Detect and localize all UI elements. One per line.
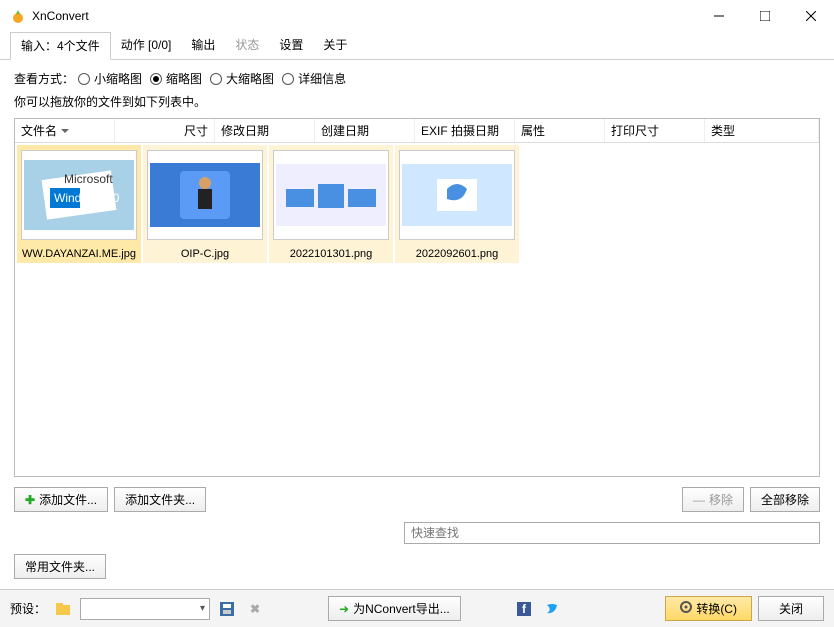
drop-hint: 你可以拖放你的文件到如下列表中。 bbox=[14, 93, 820, 110]
list-item[interactable]: 2022092601.png bbox=[395, 145, 519, 263]
view-thumb[interactable]: 缩略图 bbox=[150, 70, 202, 87]
thumbnail-caption: OIP-C.jpg bbox=[181, 248, 229, 260]
file-buttons-row: ✚添加文件... 添加文件夹... —移除 全部移除 bbox=[14, 487, 820, 512]
twitter-icon[interactable] bbox=[541, 598, 563, 620]
close-footer-button[interactable]: 关闭 bbox=[758, 596, 824, 621]
view-label: 查看方式： bbox=[14, 70, 74, 87]
convert-button[interactable]: 转换(C) bbox=[665, 596, 752, 621]
thumbnail-icon bbox=[273, 150, 389, 240]
facebook-icon[interactable]: f bbox=[513, 598, 535, 620]
add-files-button[interactable]: ✚添加文件... bbox=[14, 487, 108, 512]
col-exif[interactable]: EXIF 拍摄日期 bbox=[415, 119, 515, 142]
view-large-thumb[interactable]: 大缩略图 bbox=[210, 70, 274, 87]
open-folder-icon[interactable] bbox=[52, 598, 74, 620]
maximize-button[interactable] bbox=[742, 0, 788, 32]
content-area: 查看方式： 小缩略图 缩略图 大缩略图 详细信息 你可以拖放你的文件到如下列表中… bbox=[0, 60, 834, 589]
view-small-thumb[interactable]: 小缩略图 bbox=[78, 70, 142, 87]
col-type[interactable]: 类型 bbox=[705, 119, 819, 142]
col-print[interactable]: 打印尺寸 bbox=[605, 119, 705, 142]
thumbnail-area[interactable]: Microsoft Windows 10 WW.DAYANZAI.ME.jpg E… bbox=[15, 143, 819, 265]
titlebar: XnConvert bbox=[0, 0, 834, 32]
minimize-button[interactable] bbox=[696, 0, 742, 32]
add-folder-button[interactable]: 添加文件夹... bbox=[114, 487, 206, 512]
col-filename[interactable]: 文件名 bbox=[15, 119, 115, 142]
save-icon[interactable] bbox=[216, 598, 238, 620]
export-icon: ➜ bbox=[339, 602, 349, 616]
close-button[interactable] bbox=[788, 0, 834, 32]
list-item[interactable]: 2022101301.png bbox=[269, 145, 393, 263]
tab-settings[interactable]: 设置 bbox=[269, 32, 313, 59]
thumbnail-icon bbox=[399, 150, 515, 240]
common-folder-button[interactable]: 常用文件夹... bbox=[14, 554, 106, 579]
search-input[interactable] bbox=[404, 522, 820, 544]
tab-about[interactable]: 关于 bbox=[313, 32, 357, 59]
thumbnail-icon: Microsoft Windows 10 bbox=[21, 150, 137, 240]
minus-icon: — bbox=[693, 493, 705, 507]
tab-input[interactable]: 输入：4个文件 bbox=[10, 32, 111, 60]
delete-icon[interactable]: ✖ bbox=[244, 598, 266, 620]
remove-all-button[interactable]: 全部移除 bbox=[750, 487, 820, 512]
plus-icon: ✚ bbox=[25, 493, 35, 507]
list-item[interactable]: EXIF OIP-C.jpg bbox=[143, 145, 267, 263]
remove-button[interactable]: —移除 bbox=[682, 487, 744, 512]
thumbnail-caption: 2022092601.png bbox=[416, 248, 499, 260]
column-headers: 文件名 尺寸 修改日期 创建日期 EXIF 拍摄日期 属性 打印尺寸 类型 bbox=[15, 119, 819, 143]
col-created[interactable]: 创建日期 bbox=[315, 119, 415, 142]
list-item[interactable]: Microsoft Windows 10 WW.DAYANZAI.ME.jpg bbox=[17, 145, 141, 263]
thumbnail-caption: WW.DAYANZAI.ME.jpg bbox=[22, 248, 136, 260]
app-icon bbox=[10, 8, 26, 24]
tab-bar: 输入：4个文件 动作 [0/0] 输出 状态 设置 关于 bbox=[0, 32, 834, 60]
preset-label: 预设： bbox=[10, 600, 46, 617]
svg-text:Microsoft: Microsoft bbox=[64, 172, 113, 186]
tab-status: 状态 bbox=[225, 32, 269, 59]
col-modified[interactable]: 修改日期 bbox=[215, 119, 315, 142]
search-row bbox=[14, 522, 820, 544]
svg-text:Windows 10: Windows 10 bbox=[54, 191, 120, 205]
tab-actions[interactable]: 动作 [0/0] bbox=[111, 32, 182, 59]
file-list: 文件名 尺寸 修改日期 创建日期 EXIF 拍摄日期 属性 打印尺寸 类型 Mi… bbox=[14, 118, 820, 477]
window-title: XnConvert bbox=[32, 9, 696, 23]
footer: 预设： ✖ ➜为NConvert导出... f 转换(C) 关闭 bbox=[0, 589, 834, 627]
preset-combo[interactable] bbox=[80, 598, 210, 620]
col-attr[interactable]: 属性 bbox=[515, 119, 605, 142]
export-nconvert-button[interactable]: ➜为NConvert导出... bbox=[328, 596, 461, 621]
tab-output[interactable]: 输出 bbox=[181, 32, 225, 59]
folder-row: 常用文件夹... bbox=[14, 554, 820, 579]
view-mode-row: 查看方式： 小缩略图 缩略图 大缩略图 详细信息 bbox=[14, 70, 820, 87]
view-detail[interactable]: 详细信息 bbox=[282, 70, 346, 87]
gear-icon bbox=[680, 601, 692, 616]
thumbnail-icon: EXIF bbox=[147, 150, 263, 240]
thumbnail-caption: 2022101301.png bbox=[290, 248, 373, 260]
col-size[interactable]: 尺寸 bbox=[115, 119, 215, 142]
